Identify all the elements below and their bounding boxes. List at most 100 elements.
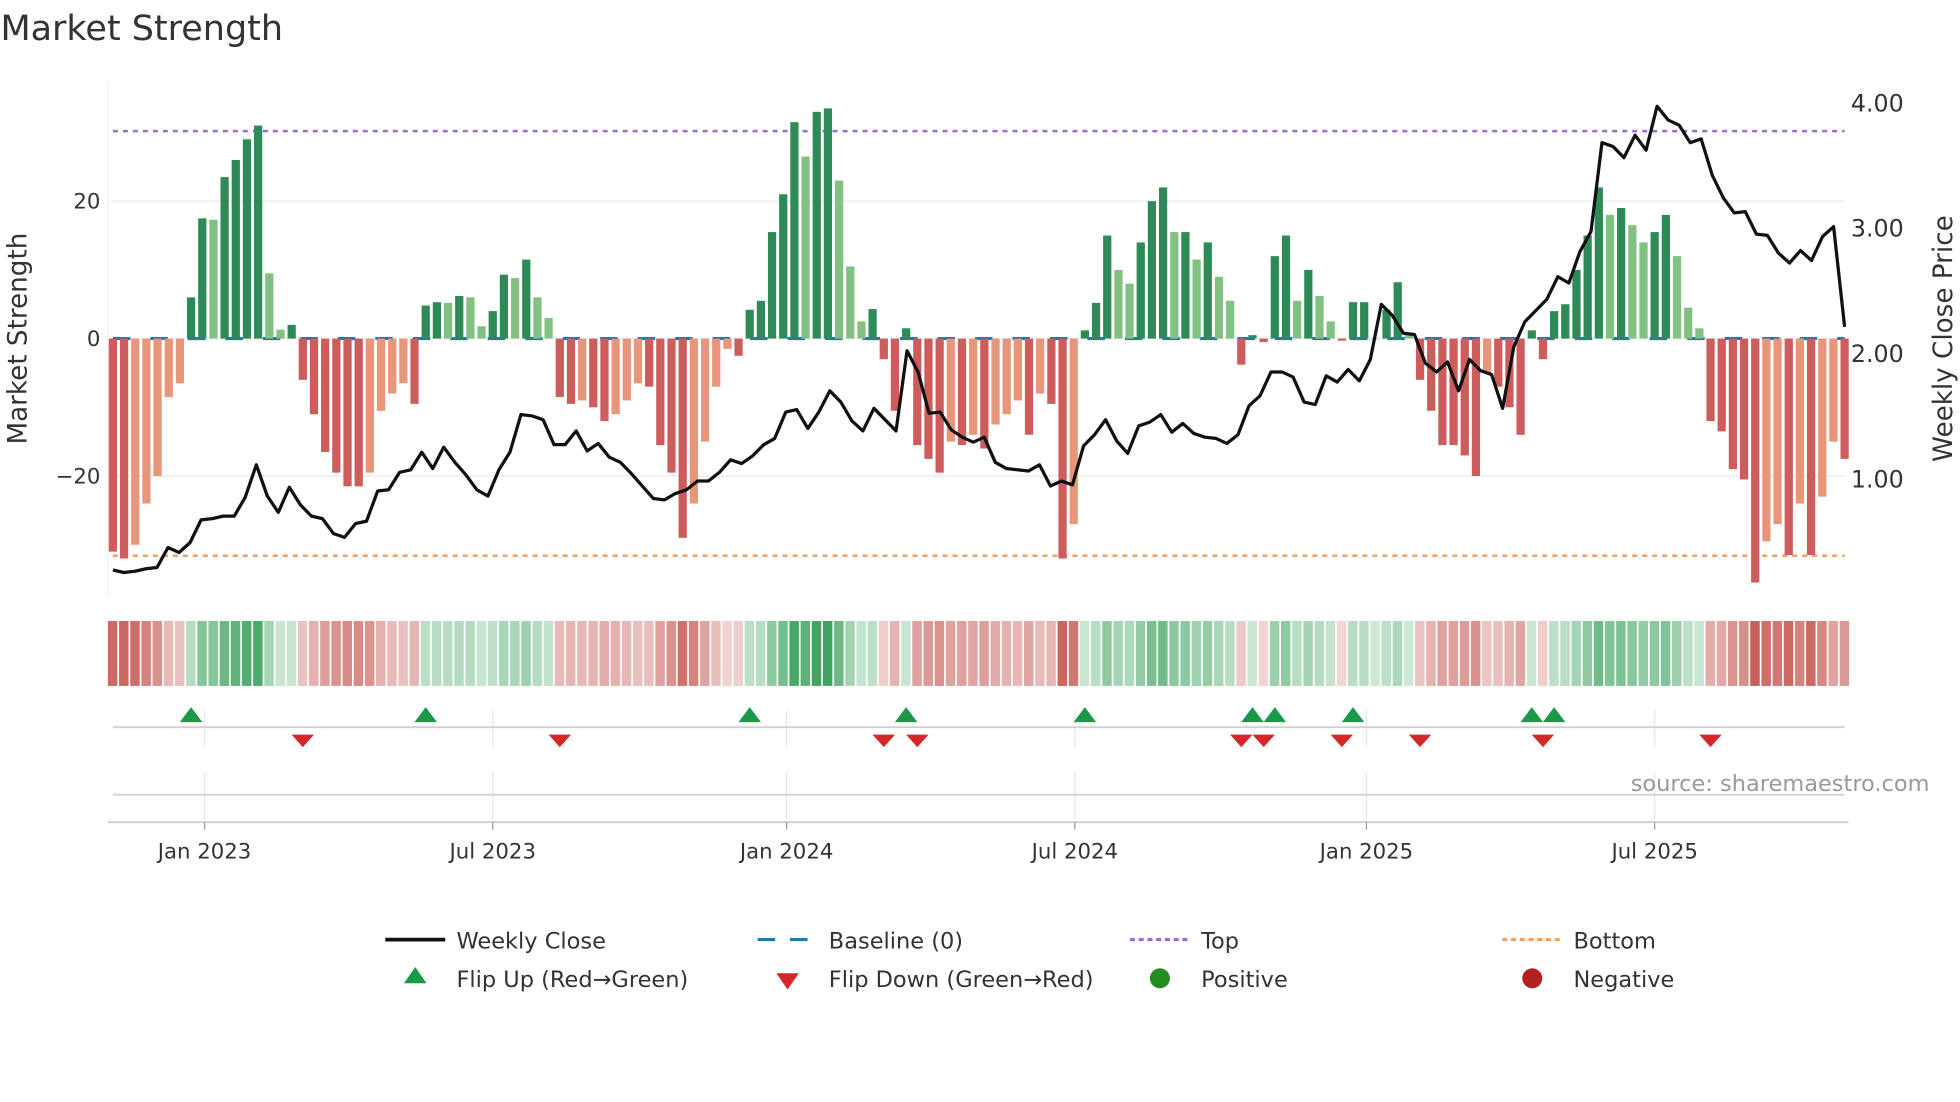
strength-bar — [1438, 338, 1447, 446]
heat-cell — [1660, 620, 1671, 686]
heat-cell — [431, 620, 442, 686]
strength-bar — [1348, 302, 1358, 339]
legend-item-baseline: Baseline (0) — [757, 928, 963, 954]
strength-bar — [1091, 302, 1101, 339]
x-tick-label: Jan 2023 — [156, 839, 252, 864]
heat-cell — [1448, 620, 1459, 686]
strength-bar — [466, 297, 475, 339]
heat-cell — [1839, 620, 1850, 686]
strength-bar — [1427, 338, 1436, 411]
strength-bar — [1226, 300, 1235, 339]
heat-cell — [1202, 620, 1213, 686]
source-label: source: sharemaestro.com — [1631, 771, 1930, 797]
strength-bar — [879, 338, 888, 360]
strength-bar — [119, 338, 129, 559]
strength-bar — [1773, 338, 1782, 525]
heat-cell — [1068, 620, 1079, 686]
flip-down-marker — [291, 734, 315, 748]
strength-bar — [1449, 338, 1458, 446]
heat-cell — [1571, 620, 1581, 686]
legend-label: Negative — [1573, 967, 1674, 993]
strength-bar — [198, 218, 207, 339]
strength-bar — [723, 338, 732, 349]
heat-cell — [722, 620, 732, 686]
strength-bar — [1136, 242, 1145, 339]
heat-cell — [655, 620, 665, 686]
y-tick-label: 20 — [73, 190, 100, 215]
heat-cell — [1303, 620, 1313, 686]
heat-cell — [1705, 620, 1716, 686]
y2-tick-label: 1.00 — [1851, 465, 1904, 493]
heat-cell — [275, 620, 285, 686]
heat-cell — [1649, 620, 1660, 686]
strength-bar — [443, 302, 453, 339]
strength-bar — [309, 338, 319, 415]
y-axis-label: Market Strength — [4, 233, 34, 445]
heat-cell — [1012, 620, 1023, 686]
heat-cell — [353, 620, 364, 686]
strength-bar — [108, 338, 118, 552]
strength-bar — [1158, 187, 1168, 339]
heat-cell — [1526, 620, 1537, 686]
heat-cell — [968, 620, 978, 686]
strength-bar — [1125, 283, 1134, 339]
heat-cell — [476, 620, 487, 686]
heat-cell — [644, 620, 654, 686]
strength-bar — [834, 180, 844, 339]
flip-down-marker — [1699, 734, 1722, 748]
strength-bar — [1739, 338, 1749, 480]
heat-cell — [487, 620, 498, 686]
heat-cell — [1470, 620, 1481, 686]
strength-bar — [410, 338, 419, 404]
strength-bar — [399, 338, 408, 384]
heat-cell — [923, 620, 933, 686]
strength-bar — [1315, 295, 1324, 339]
heat-cell — [286, 620, 297, 686]
strength-heat-strip — [107, 620, 1850, 686]
heat-cell — [1370, 620, 1380, 686]
heat-cell — [521, 620, 531, 686]
legend-item-close: Weekly Close — [385, 928, 606, 954]
flip-down-marker — [872, 734, 896, 748]
heat-cell — [376, 620, 386, 686]
strength-bar — [332, 338, 341, 473]
heat-cell — [163, 620, 174, 686]
heat-cell — [1124, 620, 1135, 686]
heat-cell — [632, 620, 643, 686]
legend-label: Weekly Close — [456, 928, 605, 954]
heat-cell — [1258, 620, 1269, 686]
heat-cell — [1482, 620, 1492, 686]
strength-bar — [1360, 302, 1369, 339]
heat-cell — [1191, 620, 1202, 686]
chart-title: Market Strength — [0, 9, 283, 49]
strength-bar — [1829, 338, 1838, 442]
y2-tick-label: 3.00 — [1851, 215, 1904, 243]
strength-bar — [1818, 338, 1827, 497]
heat-cell — [1280, 620, 1291, 686]
flip-down-marker — [1330, 734, 1354, 748]
heat-cell — [1415, 620, 1425, 686]
circle-icon — [1149, 968, 1170, 989]
strength-bar — [589, 338, 598, 408]
heat-cell — [1772, 620, 1783, 686]
heat-cell — [577, 620, 587, 686]
strength-bar — [555, 338, 564, 398]
strength-bar — [1795, 338, 1805, 504]
market-strength-chart: Market Strength Jan 2023 Jul 2023 Jan 2024… — [0, 9, 1959, 993]
strength-bar — [935, 338, 944, 473]
strength-bar — [812, 111, 821, 339]
heat-cell — [208, 620, 218, 686]
strength-bar — [254, 125, 263, 339]
heat-cell — [1046, 620, 1056, 686]
strength-bar — [678, 338, 687, 538]
flip-up-marker — [1073, 707, 1097, 723]
strength-bar — [1494, 338, 1503, 387]
heat-cell — [934, 620, 945, 686]
heat-cell — [1247, 620, 1257, 686]
heat-cell — [811, 620, 822, 686]
heat-cell — [498, 620, 509, 686]
strength-bar — [1192, 259, 1201, 339]
strength-bar — [823, 108, 833, 339]
heat-cell — [1549, 620, 1559, 686]
strength-bar — [1717, 338, 1726, 432]
